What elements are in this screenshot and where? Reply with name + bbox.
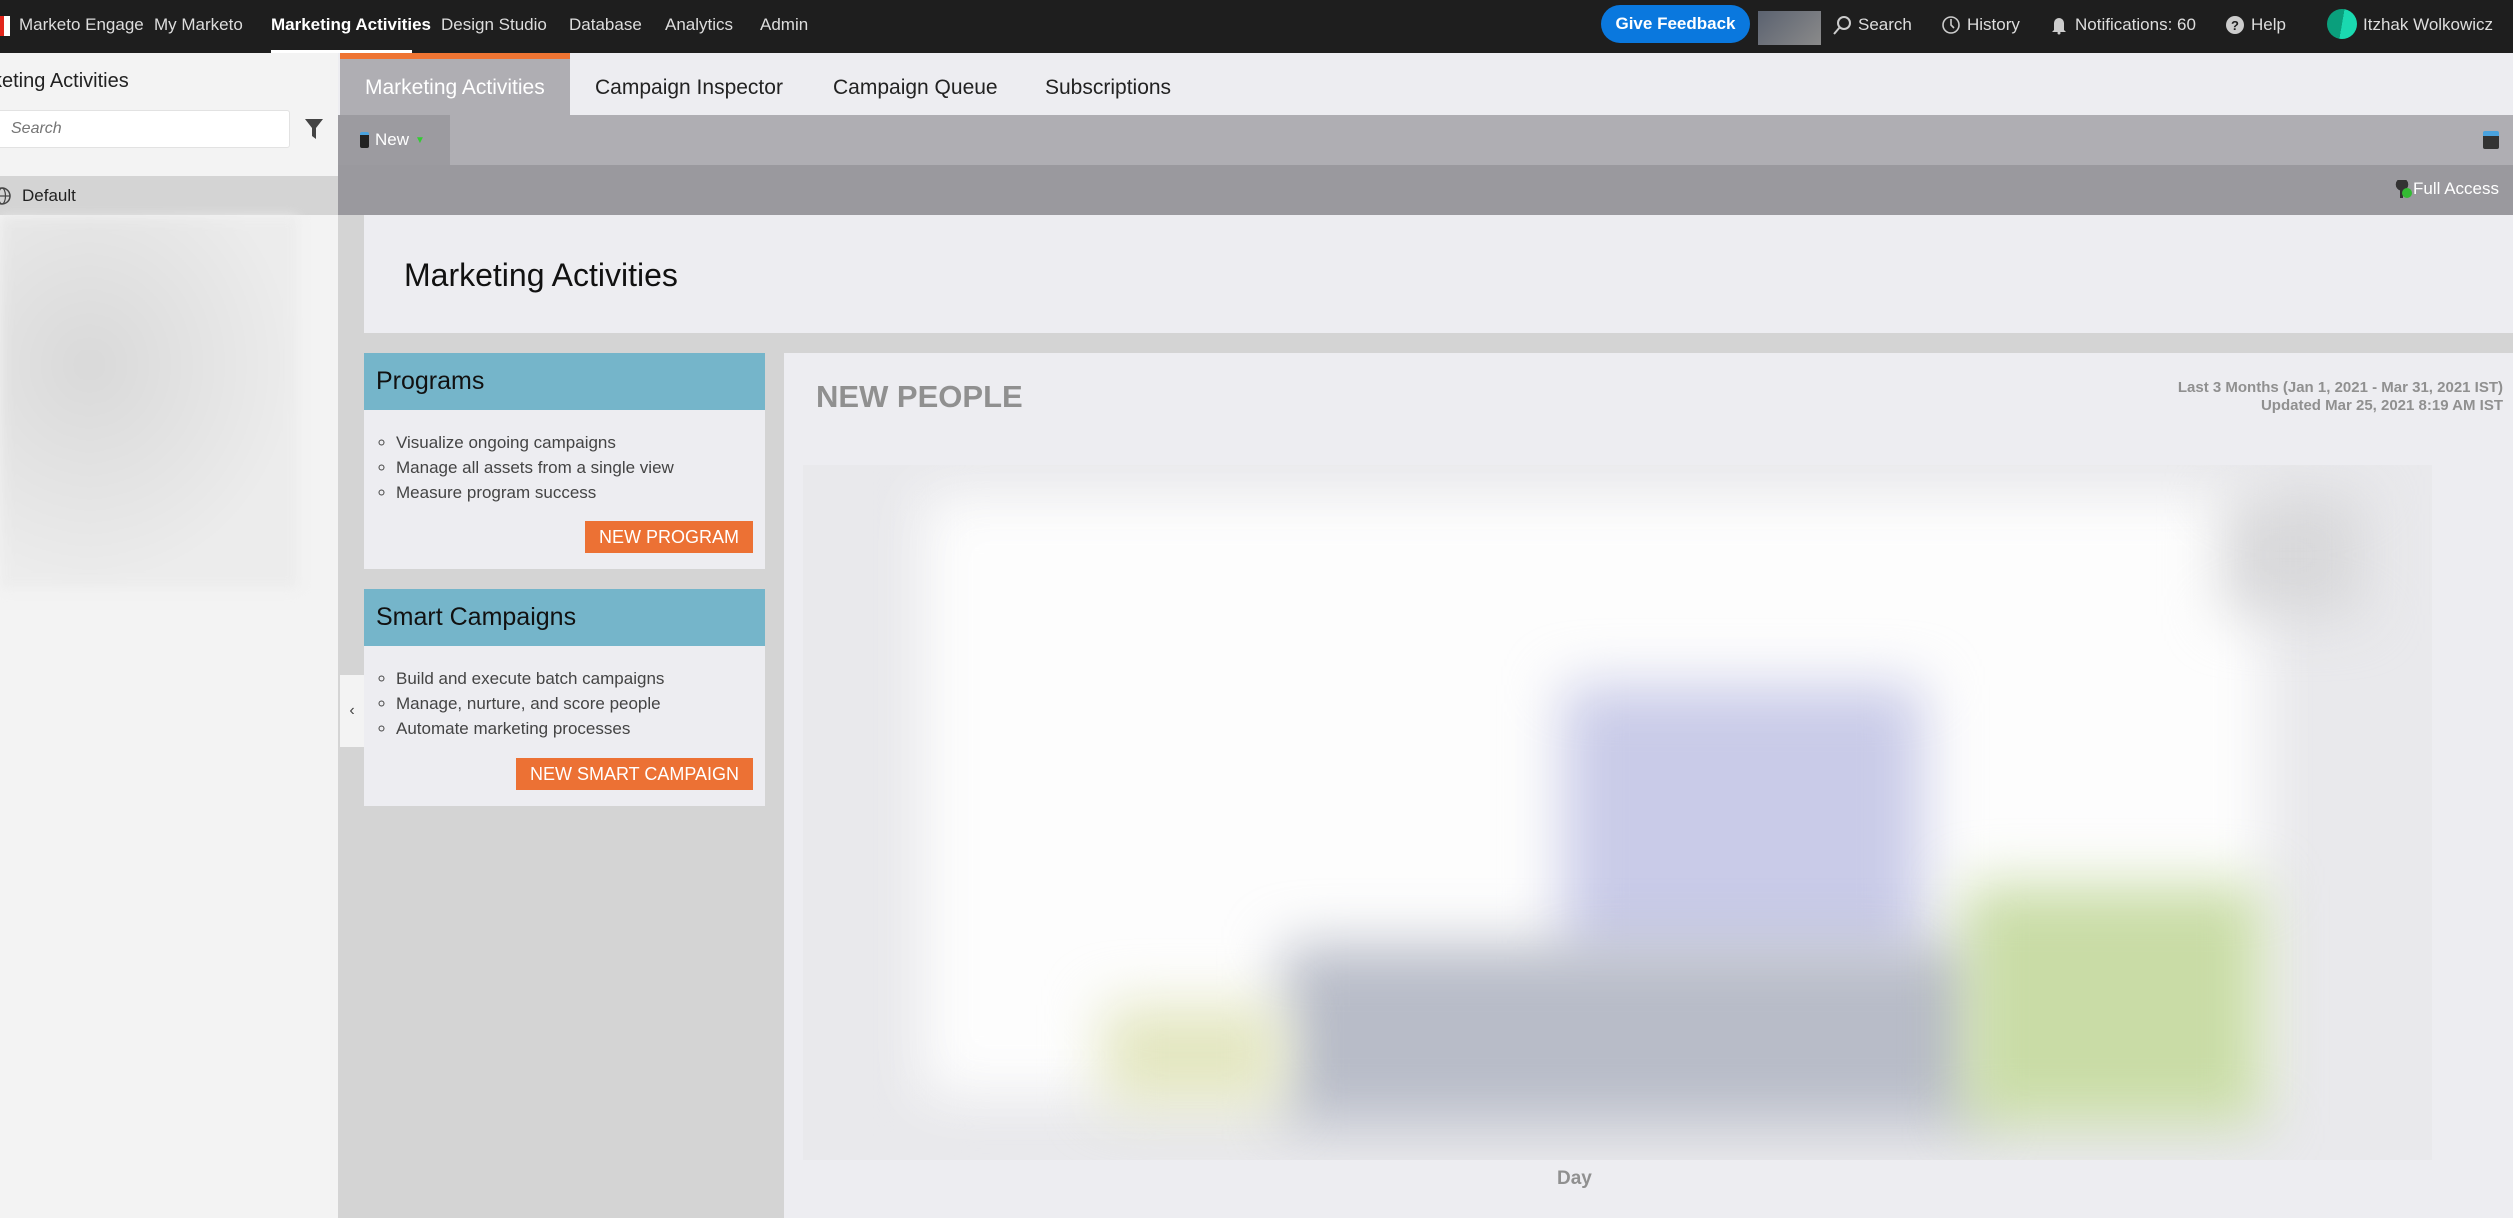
brand-name[interactable]: Marketo Engage [19, 15, 144, 35]
sidebar-item-default[interactable]: Default [0, 176, 338, 215]
blur-region [1283, 945, 1983, 1125]
new-people-panel: NEW PEOPLE Last 3 Months (Jan 1, 2021 - … [784, 353, 2513, 1218]
blur-region [1563, 685, 1923, 965]
full-access-label: Full Access [2413, 179, 2499, 198]
page-title: Marketing Activities [404, 257, 678, 293]
new-label: New [375, 130, 410, 149]
tab-campaign-inspector[interactable]: Campaign Inspector [570, 53, 808, 115]
list-item: Build and execute batch campaigns [396, 666, 765, 691]
subtab-bar: New ▼ [338, 115, 2513, 165]
help-link[interactable]: ? Help [2225, 15, 2286, 35]
tab-marketing-activities[interactable]: Marketing Activities [340, 53, 570, 115]
full-access-indicator: Full Access [2395, 179, 2499, 199]
blur-region [1103, 1005, 1283, 1105]
smart-campaigns-card: Smart Campaigns Build and execute batch … [364, 589, 765, 806]
programs-card: Programs Visualize ongoing campaigns Man… [364, 353, 765, 569]
window-icon[interactable] [2483, 131, 2499, 149]
bell-icon [2052, 18, 2066, 35]
help-icon: ? [2226, 16, 2244, 34]
new-menu-button[interactable]: New ▼ [338, 115, 450, 165]
nav-analytics[interactable]: Analytics [665, 15, 733, 35]
user-name[interactable]: Itzhak Wolkowicz [2363, 15, 2493, 35]
key-icon [2395, 180, 2413, 198]
filter-icon[interactable] [304, 118, 324, 140]
chart-date-info: Last 3 Months (Jan 1, 2021 - Mar 31, 202… [2178, 379, 2503, 415]
blur-region [2223, 495, 2363, 615]
x-axis-label: Day [1557, 1168, 1592, 1189]
list-item: Automate marketing processes [396, 716, 765, 741]
updated-time: Updated Mar 25, 2021 8:19 AM IST [2260, 397, 2503, 414]
chart-title: NEW PEOPLE [816, 379, 1023, 414]
redacted-chart [803, 465, 2432, 1160]
svg-text:?: ? [2231, 18, 2239, 33]
globe-icon [0, 186, 11, 205]
redacted-tree [0, 216, 298, 588]
nav-design-studio[interactable]: Design Studio [441, 15, 547, 35]
avatar[interactable] [2327, 9, 2357, 39]
page-header: Marketing Activities [364, 215, 2513, 333]
sidebar: keting Activities Default [0, 53, 338, 1218]
sidebar-search-input[interactable] [0, 110, 290, 148]
new-program-button[interactable]: NEW PROGRAM [584, 521, 753, 553]
date-range: Last 3 Months (Jan 1, 2021 - Mar 31, 202… [2177, 379, 2503, 396]
tab-subscriptions[interactable]: Subscriptions [1020, 53, 1196, 115]
tab-bar: Marketing Activities Campaign Inspector … [338, 53, 2513, 115]
notifications-link[interactable]: Notifications: 60 [2049, 15, 2196, 35]
search-label: Search [1858, 15, 1912, 34]
new-icon [360, 132, 369, 148]
help-label: Help [2251, 15, 2286, 34]
nav-my-marketo[interactable]: My Marketo [154, 15, 243, 35]
list-item: Visualize ongoing campaigns [396, 430, 765, 455]
new-smart-campaign-button[interactable]: NEW SMART CAMPAIGN [515, 758, 753, 790]
sidebar-title: keting Activities [0, 70, 129, 92]
nav-admin[interactable]: Admin [760, 15, 808, 35]
search-icon [1833, 16, 1851, 35]
top-nav-bar: Marketo Engage My Marketo Marketing Acti… [0, 0, 2513, 53]
notifications-label: Notifications: 60 [2075, 15, 2196, 34]
collapse-sidebar-button[interactable]: ‹ [340, 675, 364, 747]
nav-marketing-activities[interactable]: Marketing Activities [271, 15, 431, 35]
give-feedback-button[interactable]: Give Feedback [1601, 5, 1750, 43]
access-bar: Full Access [338, 165, 2513, 215]
history-label: History [1967, 15, 2020, 34]
redacted-image [1758, 11, 1821, 45]
list-item: Manage all assets from a single view [396, 455, 765, 480]
history-link[interactable]: History [1941, 15, 2020, 35]
sidebar-item-label: Default [22, 185, 76, 205]
list-item: Measure program success [396, 480, 765, 505]
card-title: Smart Campaigns [364, 589, 765, 646]
nav-database[interactable]: Database [569, 15, 642, 35]
search-link[interactable]: Search [1832, 15, 1912, 35]
dropdown-arrow-icon: ▼ [415, 134, 425, 146]
blur-region [1963, 885, 2263, 1125]
adobe-logo-icon[interactable] [0, 16, 10, 36]
list-item: Manage, nurture, and score people [396, 691, 765, 716]
card-title: Programs [364, 353, 765, 410]
clock-icon [1942, 16, 1960, 34]
tab-campaign-queue[interactable]: Campaign Queue [808, 53, 1023, 115]
